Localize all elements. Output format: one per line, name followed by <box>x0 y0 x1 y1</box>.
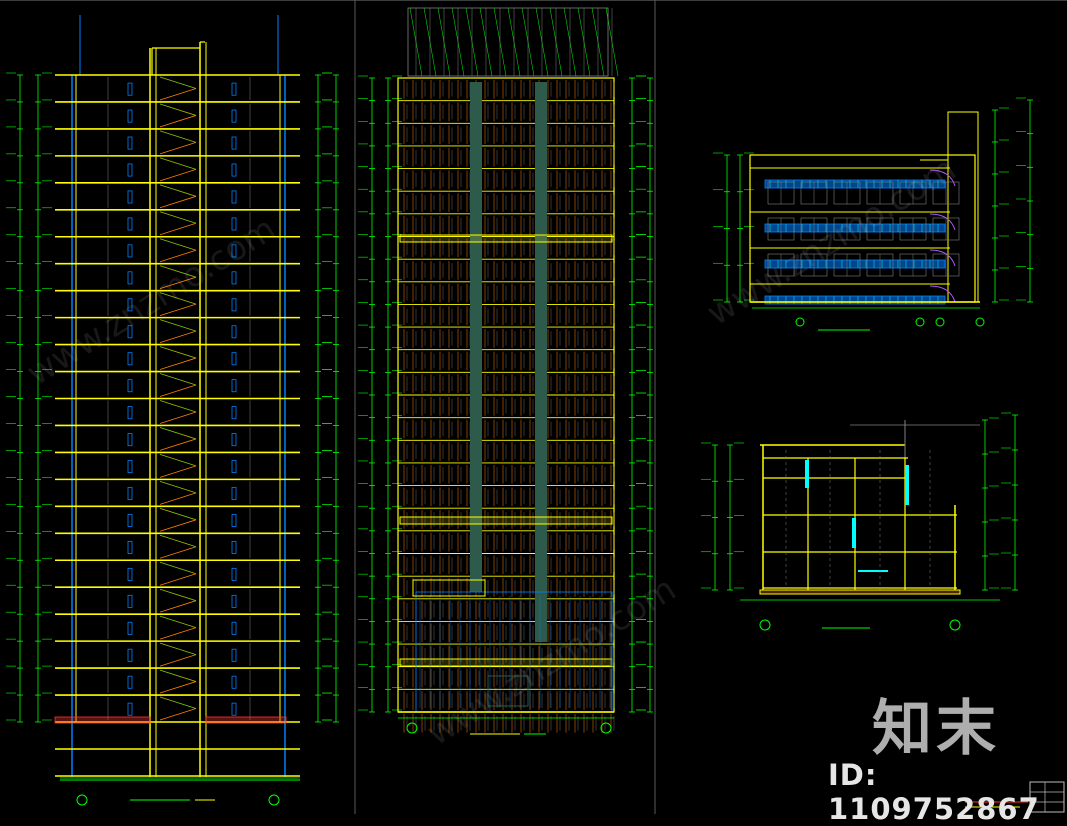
watermark-id: ID: 1109752867 <box>828 758 1040 826</box>
podium-section-drawing <box>701 412 1018 631</box>
watermark-logo: 知末 <box>872 694 1000 764</box>
building-section-drawing <box>6 15 339 806</box>
